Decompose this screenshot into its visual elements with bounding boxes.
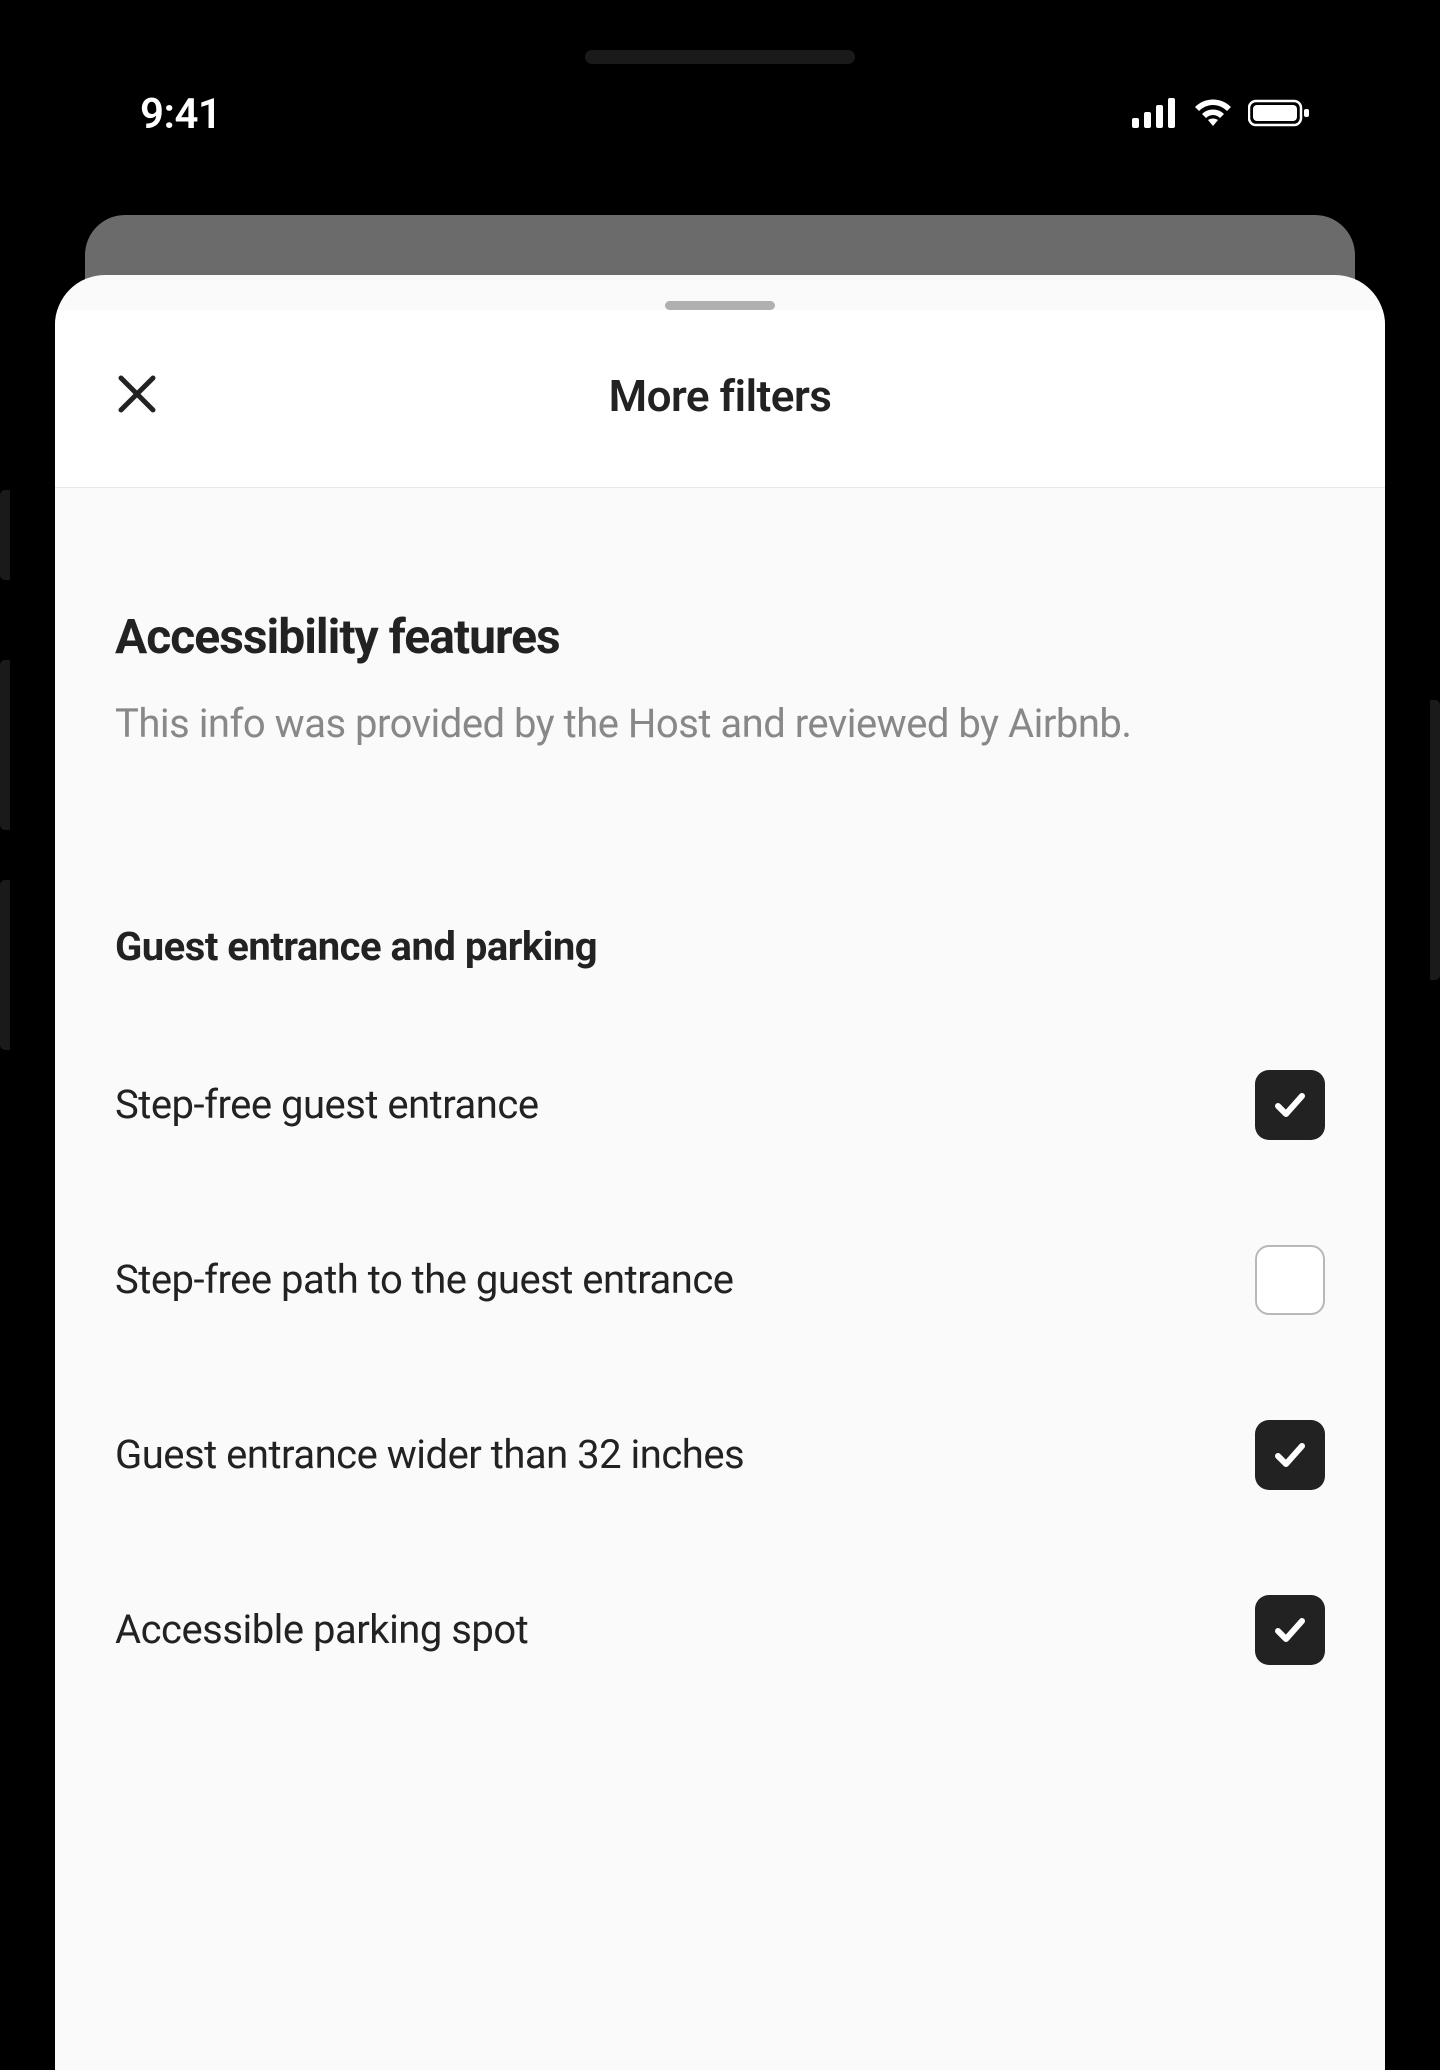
status-bar: 9:41: [30, 20, 1410, 179]
power-button: [1430, 700, 1440, 980]
battery-icon: [1248, 98, 1310, 132]
filter-label: Step-free guest entrance: [115, 1077, 895, 1133]
sheet-content[interactable]: Accessibility features This info was pro…: [55, 488, 1385, 1665]
close-icon: [115, 372, 159, 416]
sheet-header: More filters: [55, 310, 1385, 488]
status-time: 9:41: [140, 90, 221, 139]
close-button[interactable]: [115, 372, 159, 420]
group-title: Guest entrance and parking: [115, 923, 1325, 970]
checkbox-step-free-path[interactable]: [1255, 1245, 1325, 1315]
phone-notch: [585, 50, 855, 64]
checkbox-wide-entrance[interactable]: [1255, 1420, 1325, 1490]
filter-row-step-free-path[interactable]: Step-free path to the guest entrance: [115, 1245, 1325, 1315]
sheet-drag-handle[interactable]: [665, 301, 775, 310]
wifi-icon: [1192, 98, 1234, 132]
filters-sheet: More filters Accessibility features This…: [55, 275, 1385, 2070]
cellular-signal-icon: [1132, 98, 1178, 132]
filter-row-step-free-entrance[interactable]: Step-free guest entrance: [115, 1070, 1325, 1140]
checkbox-accessible-parking[interactable]: [1255, 1595, 1325, 1665]
section-subtitle: This info was provided by the Host and r…: [115, 695, 1325, 753]
filter-label: Guest entrance wider than 32 inches: [115, 1427, 895, 1483]
volume-switch: [0, 490, 10, 580]
filter-label: Step-free path to the guest entrance: [115, 1252, 895, 1308]
checkbox-step-free-entrance[interactable]: [1255, 1070, 1325, 1140]
filter-label: Accessible parking spot: [115, 1602, 895, 1658]
check-icon: [1270, 1435, 1310, 1475]
filter-row-accessible-parking[interactable]: Accessible parking spot: [115, 1595, 1325, 1665]
filter-row-wide-entrance[interactable]: Guest entrance wider than 32 inches: [115, 1420, 1325, 1490]
phone-screen: 9:41: [30, 20, 1410, 2070]
volume-down-button: [0, 880, 10, 1050]
section-title: Accessibility features: [115, 608, 1325, 665]
status-icons: [1132, 98, 1310, 132]
check-icon: [1270, 1610, 1310, 1650]
sheet-title: More filters: [115, 370, 1325, 422]
check-icon: [1270, 1085, 1310, 1125]
volume-up-button: [0, 660, 10, 830]
